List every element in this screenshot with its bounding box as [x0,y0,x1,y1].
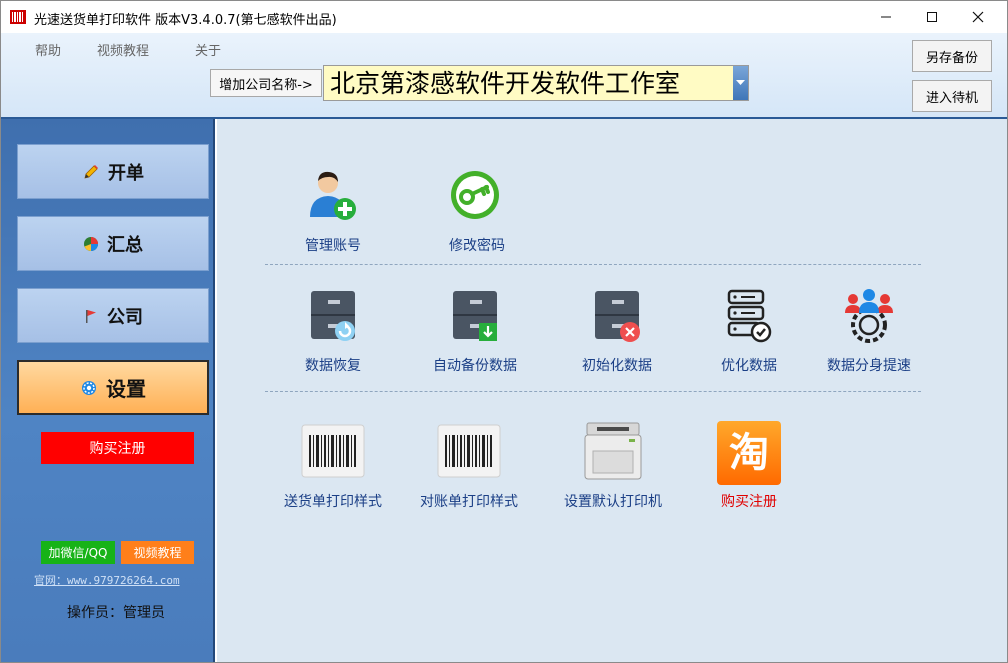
company-select[interactable]: 北京第漆感软件开发软件工作室 [323,65,749,101]
window-title: 光速送货单打印软件 版本V3.4.0.7(第七感软件出品) [34,13,337,28]
maximize-icon [927,11,937,22]
change-password-button[interactable]: 修改密码 [407,165,547,255]
item-label: 设置默认打印机 [564,494,662,510]
item-label: 修改密码 [449,238,505,254]
nav-label: 汇总 [107,234,143,256]
pie-chart-icon [84,236,98,251]
settings-panel: 管理账号 修改密码 数据恢复 自动备份数据 初始化数据 优化数据 数据分身提速 … [217,119,1007,662]
auto-backup-button[interactable]: 自动备份数据 [405,285,545,375]
cabinet-delete-icon [585,285,649,349]
item-label: 管理账号 [305,238,361,254]
operator-label: 操作员：管理员 [67,605,165,621]
barcode-icon [437,421,501,485]
cabinet-backup-icon [443,285,507,349]
buy-register-button[interactable]: 购买注册 [41,432,194,464]
pencil-icon [84,164,98,179]
add-company-button[interactable]: 增加公司名称-> [210,69,322,97]
item-label: 优化数据 [721,358,777,374]
barcode-icon [301,421,365,485]
barcode-app-icon [10,10,26,24]
menu-about[interactable]: 关于 [195,40,221,59]
sidebar: 开单 汇总 公司 设置 购买注册 加微信/QQ 视频教程 官网：www.9797… [1,119,215,662]
close-button[interactable] [955,1,1001,32]
taobao-glyph: 淘 [729,430,769,476]
minimize-button[interactable] [863,1,909,32]
data-restore-button[interactable]: 数据恢复 [263,285,403,375]
item-label: 自动备份数据 [433,358,517,374]
delivery-print-style-button[interactable]: 送货单打印样式 [263,421,403,511]
menu-help[interactable]: 帮助 [35,40,61,59]
item-label: 数据分身提速 [827,358,911,374]
key-icon [445,165,509,229]
section-divider [265,391,921,392]
nav-create-order[interactable]: 开单 [17,144,209,199]
team-gear-icon [837,285,901,349]
buy-register-taobao-button[interactable]: 淘 购买注册 [679,421,819,511]
website-link[interactable]: 官网：www.979726264.com [34,572,180,588]
menu-video-tutorial[interactable]: 视频教程 [97,40,149,59]
data-split-speedup-button[interactable]: 数据分身提速 [799,285,939,375]
dropdown-arrow-icon[interactable] [733,66,748,100]
company-select-value: 北京第漆感软件开发软件工作室 [330,69,681,98]
taobao-icon: 淘 [717,421,781,485]
nav-company[interactable]: 公司 [17,288,209,343]
nav-settings[interactable]: 设置 [17,360,209,415]
standby-button[interactable]: 进入待机 [912,80,992,112]
item-label: 送货单打印样式 [284,494,382,510]
item-label: 数据恢复 [305,358,361,374]
item-label: 初始化数据 [582,358,652,374]
title-bar: 光速送货单打印软件 版本V3.4.0.7(第七感软件出品) [1,1,1007,33]
nav-label: 开单 [108,162,144,184]
header-toolbar: 帮助 视频教程 关于 增加公司名称-> 北京第漆感软件开发软件工作室 另存备份 … [1,33,1007,119]
minimize-icon [881,16,891,17]
statement-print-style-button[interactable]: 对账单打印样式 [399,421,539,511]
nav-label: 公司 [107,306,143,328]
optimize-data-button[interactable]: 优化数据 [679,285,819,375]
flag-icon [86,309,96,323]
close-icon [972,11,984,22]
database-optimize-icon [717,285,781,349]
printer-icon [581,421,645,485]
save-backup-button[interactable]: 另存备份 [912,40,992,72]
app-window: 光速送货单打印软件 版本V3.4.0.7(第七感软件出品) 帮助 视频教程 关于… [0,0,1008,663]
nav-label: 设置 [106,377,146,401]
cabinet-restore-icon [301,285,365,349]
item-label: 购买注册 [721,494,777,510]
video-tutorial-button[interactable]: 视频教程 [121,541,194,564]
gear-icon [82,380,96,395]
initialize-data-button[interactable]: 初始化数据 [547,285,687,375]
wechat-qq-button[interactable]: 加微信/QQ [41,541,115,564]
user-add-icon [301,165,365,229]
section-divider [265,264,921,265]
maximize-button[interactable] [909,1,955,32]
default-printer-button[interactable]: 设置默认打印机 [543,421,683,511]
manage-account-button[interactable]: 管理账号 [263,165,403,255]
nav-summary[interactable]: 汇总 [17,216,209,271]
item-label: 对账单打印样式 [420,494,518,510]
